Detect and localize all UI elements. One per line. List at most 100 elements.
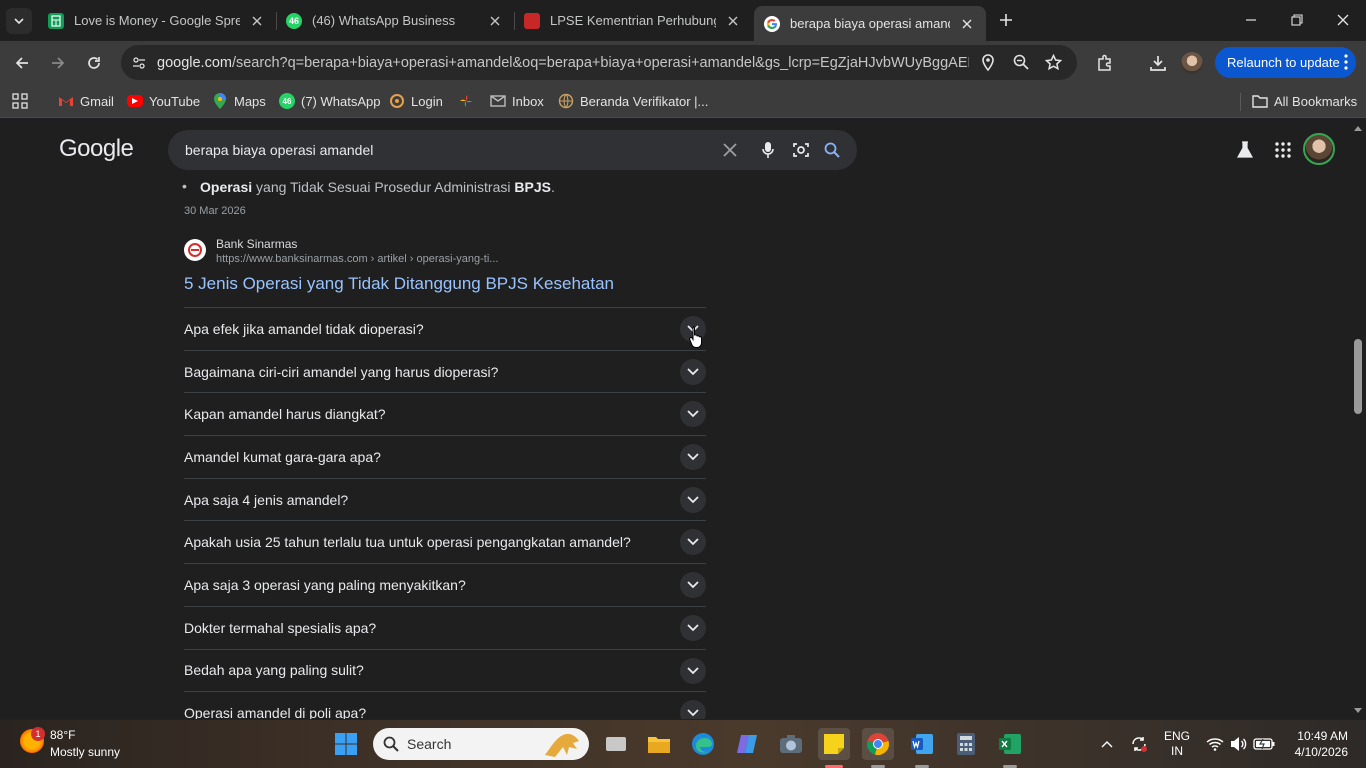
chevron-down-icon[interactable] [680, 657, 706, 684]
result-title-link[interactable]: 5 Jenis Operasi yang Tidak Ditanggung BP… [184, 274, 614, 294]
tab-search-button[interactable] [6, 8, 32, 34]
extensions-button[interactable] [1092, 50, 1118, 76]
search-icon[interactable] [822, 140, 842, 160]
sticky-notes-icon[interactable] [818, 728, 850, 760]
bookmark-gmail[interactable]: Gmail [58, 92, 114, 110]
page-scrollbar[interactable] [1350, 119, 1366, 719]
bookmark-beranda[interactable]: Beranda Verifikator |... [558, 92, 708, 110]
search-input[interactable]: berapa biaya operasi amandel [185, 142, 373, 158]
scrollbar-thumb[interactable] [1354, 339, 1362, 414]
bookmark-star-icon[interactable] [1044, 53, 1063, 76]
chevron-down-icon[interactable] [680, 358, 706, 385]
more-vert-icon[interactable] [1344, 54, 1348, 73]
whatsapp-icon: 46 [286, 12, 302, 29]
zoom-icon[interactable] [1013, 54, 1029, 75]
paa-question[interactable]: Operasi amandel di poli apa? [184, 691, 706, 719]
excel-icon[interactable] [994, 728, 1026, 760]
location-pin-icon[interactable] [981, 54, 995, 77]
bookmark-label: YouTube [149, 93, 201, 109]
word-icon[interactable] [906, 728, 938, 760]
taskbar-search[interactable]: Search [373, 728, 589, 760]
paa-question-text: Apa saja 4 jenis amandel? [184, 491, 349, 508]
paa-question[interactable]: Apakah usia 25 tahun terlalu tua untuk o… [184, 520, 706, 563]
close-window-button[interactable] [1320, 0, 1366, 40]
new-tab-button[interactable] [995, 9, 1017, 31]
clear-icon[interactable] [720, 140, 740, 160]
calculator-icon[interactable] [950, 728, 982, 760]
volume-icon[interactable] [1228, 720, 1250, 768]
restore-button[interactable] [1274, 0, 1320, 40]
close-tab-icon[interactable] [724, 12, 742, 30]
tab-sheets[interactable]: Love is Money - Google Spread [38, 0, 276, 41]
scroll-up-icon[interactable] [1354, 125, 1362, 131]
account-avatar[interactable] [1303, 133, 1335, 165]
camera-icon[interactable] [775, 728, 807, 760]
labs-flask-icon[interactable] [1234, 139, 1256, 161]
task-view-icon[interactable] [600, 728, 632, 760]
chevron-down-icon[interactable] [680, 572, 706, 599]
bookmark-youtube[interactable]: YouTube [127, 92, 200, 110]
weather-temp[interactable]: 88°F [50, 728, 75, 742]
battery-charging-icon[interactable] [1252, 720, 1276, 768]
paa-question[interactable]: Bedah apa yang paling sulit? [184, 648, 706, 692]
result-url[interactable]: https://www.banksinarmas.com › artikel ›… [216, 253, 498, 265]
start-button[interactable] [330, 728, 362, 760]
language-indicator[interactable]: ENG IN [1160, 720, 1194, 768]
chevron-down-icon[interactable] [680, 444, 706, 471]
back-button[interactable] [9, 50, 35, 76]
apps-grid-icon[interactable] [12, 93, 28, 114]
downloads-button[interactable] [1145, 50, 1171, 76]
bookmark-inbox[interactable]: Inbox [490, 92, 544, 110]
paa-question[interactable]: Amandel kumat gara-gara apa? [184, 435, 706, 478]
close-tab-icon[interactable] [248, 12, 266, 30]
paa-question[interactable]: Apa saja 3 operasi yang paling menyakitk… [184, 563, 706, 606]
all-bookmarks[interactable]: All Bookmarks [1252, 92, 1357, 110]
chevron-down-icon[interactable] [680, 401, 706, 428]
chevron-down-icon[interactable] [680, 486, 706, 513]
sync-icon[interactable] [1126, 720, 1152, 768]
lens-camera-icon[interactable] [791, 140, 811, 160]
address-bar[interactable]: google.com/search?q=berapa+biaya+operasi… [121, 45, 1077, 80]
site-info-icon[interactable] [131, 55, 147, 76]
copilot-icon[interactable] [731, 728, 763, 760]
google-apps-icon[interactable] [1272, 139, 1294, 161]
bookmark-maps[interactable]: Maps [212, 92, 266, 110]
paa-question[interactable]: Apa saja 4 jenis amandel? [184, 477, 706, 521]
chevron-down-icon[interactable] [680, 529, 706, 556]
weather-condition[interactable]: Mostly sunny [50, 745, 120, 759]
tab-whatsapp[interactable]: 46 (46) WhatsApp Business [276, 0, 514, 41]
paa-question[interactable]: Bagaimana ciri-ciri amandel yang harus d… [184, 349, 706, 393]
tab-strip: Love is Money - Google Spread 46 (46) Wh… [0, 0, 1366, 41]
forward-button[interactable] [45, 50, 71, 76]
bookmark-photos[interactable] [458, 92, 480, 110]
google-logo[interactable]: Google [59, 135, 134, 163]
edge-icon[interactable] [687, 728, 719, 760]
close-tab-icon[interactable] [486, 12, 504, 30]
search-box[interactable]: berapa biaya operasi amandel [168, 130, 857, 170]
tray-chevron-up-icon[interactable] [1096, 720, 1118, 768]
scroll-down-icon[interactable] [1354, 708, 1362, 714]
file-explorer-icon[interactable] [643, 728, 675, 760]
bookmark-label: (7) WhatsApp [301, 93, 381, 109]
download-icon [1150, 56, 1166, 71]
url-text[interactable]: google.com/search?q=berapa+biaya+operasi… [157, 55, 969, 71]
reload-button[interactable] [81, 50, 107, 76]
chevron-down-icon[interactable] [680, 614, 706, 641]
paa-question[interactable]: Kapan amandel harus diangkat? [184, 392, 706, 435]
wifi-icon[interactable] [1204, 720, 1226, 768]
result-site-name[interactable]: Bank Sinarmas [216, 237, 297, 251]
microphone-icon[interactable] [758, 140, 778, 160]
profile-avatar[interactable] [1181, 52, 1203, 74]
chevron-down-icon[interactable] [680, 700, 706, 719]
bookmark-whatsapp[interactable]: 46 (7) WhatsApp [279, 92, 380, 110]
tab-lpse[interactable]: LPSE Kementrian Perhubungan [514, 0, 752, 41]
minimize-button[interactable] [1228, 0, 1274, 40]
paa-question[interactable]: Dokter termahal spesialis apa? [184, 605, 706, 649]
tab-google-search[interactable]: berapa biaya operasi amandel - [754, 6, 986, 41]
paa-question[interactable]: Apa efek jika amandel tidak dioperasi? [184, 307, 706, 350]
taskbar-clock[interactable]: 10:49 AM 4/10/2026 [1284, 728, 1348, 760]
relaunch-button[interactable]: Relaunch to update [1215, 47, 1356, 78]
chrome-icon[interactable] [862, 728, 894, 760]
close-tab-icon[interactable] [958, 15, 976, 33]
bookmark-login[interactable]: Login [389, 92, 443, 110]
